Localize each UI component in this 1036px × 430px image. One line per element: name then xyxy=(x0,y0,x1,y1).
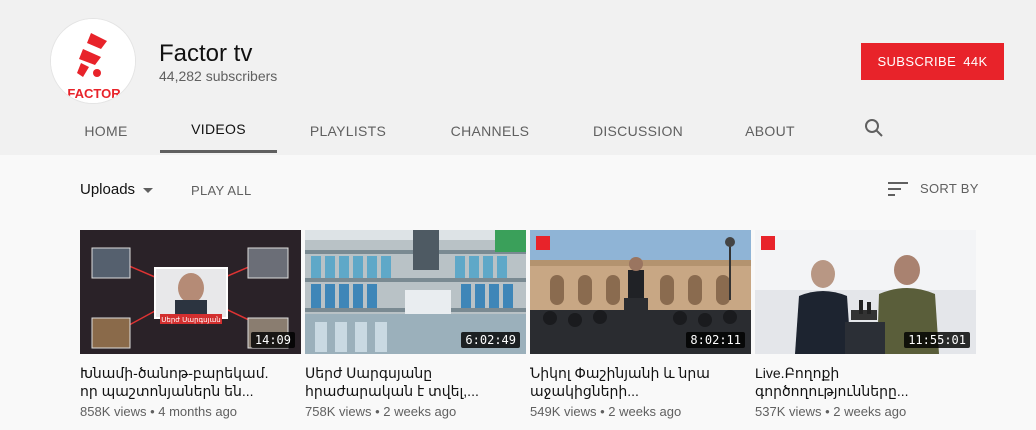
video-title-line: որ պաշտոնյաներն են... xyxy=(80,383,254,399)
video-thumbnail[interactable]: 11:55:01 xyxy=(755,230,976,354)
video-duration: 8:02:11 xyxy=(686,332,745,348)
tab-discussion[interactable]: DISCUSSION xyxy=(584,108,692,153)
video-duration: 14:09 xyxy=(250,332,295,348)
video-meta: 537K views • 2 weeks ago xyxy=(755,404,907,419)
video-meta: 858K views • 4 months ago xyxy=(80,404,238,419)
channel-name[interactable]: Factor tv xyxy=(159,40,252,68)
video-title[interactable]: Սերժ Սարգսյանը հրաժարական է տվել,... xyxy=(305,364,526,400)
video-card[interactable]: 11:55:01 Live.Բողոքի գործողությունները..… xyxy=(755,230,976,419)
chevron-down-icon xyxy=(143,188,154,193)
subscriber-count: 44,282 subscribers xyxy=(159,68,278,84)
video-title-line: Live.Բողոքի xyxy=(755,365,840,381)
video-title[interactable]: Խնամի-ծանոթ-բարեկամ. որ պաշտոնյաներն են.… xyxy=(80,364,301,400)
video-card[interactable]: 8:02:11 Նիկոլ Փաշինյանի և նրա աջակիցների… xyxy=(530,230,751,419)
tab-videos[interactable]: VIDEOS xyxy=(160,108,277,153)
video-thumbnail[interactable]: 6:02:49 xyxy=(305,230,526,354)
thumbnail-caption: Սերժ Սարգսյան xyxy=(161,316,220,324)
uploads-label: Uploads xyxy=(80,181,136,198)
video-title-line: Սերժ Սարգսյանը xyxy=(305,365,433,381)
avatar-logo-text: FACTOR xyxy=(67,86,121,101)
video-thumbnail[interactable]: 8:02:11 xyxy=(530,230,751,354)
channel-avatar[interactable]: FACTOR xyxy=(50,18,136,104)
uploads-dropdown[interactable]: Uploads xyxy=(80,181,154,198)
video-meta: 758K views • 2 weeks ago xyxy=(305,404,457,419)
video-thumbnail[interactable]: Սերժ Սարգսյան 14:09 xyxy=(80,230,301,354)
tab-playlists[interactable]: PLAYLISTS xyxy=(298,108,398,153)
sort-by-button[interactable]: SORT BY xyxy=(888,181,979,196)
tab-about[interactable]: ABOUT xyxy=(730,108,810,153)
video-title[interactable]: Live.Բողոքի գործողությունները... xyxy=(755,364,976,400)
subscribe-button[interactable]: SUBSCRIBE 44K xyxy=(861,43,1004,80)
tab-home[interactable]: HOME xyxy=(75,108,137,153)
video-duration: 6:02:49 xyxy=(461,332,520,348)
video-title-line: Խնամի-ծանոթ-բարեկամ. xyxy=(80,365,269,381)
video-card[interactable]: 6:02:49 Սերժ Սարգսյանը հրաժարական է տվել… xyxy=(305,230,526,419)
video-duration: 11:55:01 xyxy=(904,332,970,348)
play-all-button[interactable]: PLAY ALL xyxy=(191,183,251,198)
video-title-line: Նիկոլ Փաշինյանի և նրա xyxy=(530,365,710,381)
tab-channels[interactable]: CHANNELS xyxy=(440,108,540,153)
channel-header: FACTOR Factor tv 44,282 subscribers SUBS… xyxy=(0,0,1036,155)
video-title-line: աջակիցների... xyxy=(530,383,639,399)
videos-toolbar: Uploads PLAY ALL SORT BY xyxy=(0,170,1036,210)
subscribe-label: SUBSCRIBE xyxy=(877,54,957,69)
video-title-line: հրաժարական է տվել,... xyxy=(305,383,479,399)
video-title[interactable]: Նիկոլ Փաշինյանի և նրա աջակիցների... xyxy=(530,364,751,400)
video-title-line: գործողությունները... xyxy=(755,383,909,399)
sort-by-label: SORT BY xyxy=(920,181,979,196)
search-icon[interactable] xyxy=(860,114,888,142)
sort-icon xyxy=(888,181,908,196)
video-card[interactable]: Սերժ Սարգսյան 14:09 Խնամի-ծանոթ-բարեկամ.… xyxy=(80,230,301,419)
video-meta: 549K views • 2 weeks ago xyxy=(530,404,682,419)
subscribe-count: 44K xyxy=(963,54,988,69)
